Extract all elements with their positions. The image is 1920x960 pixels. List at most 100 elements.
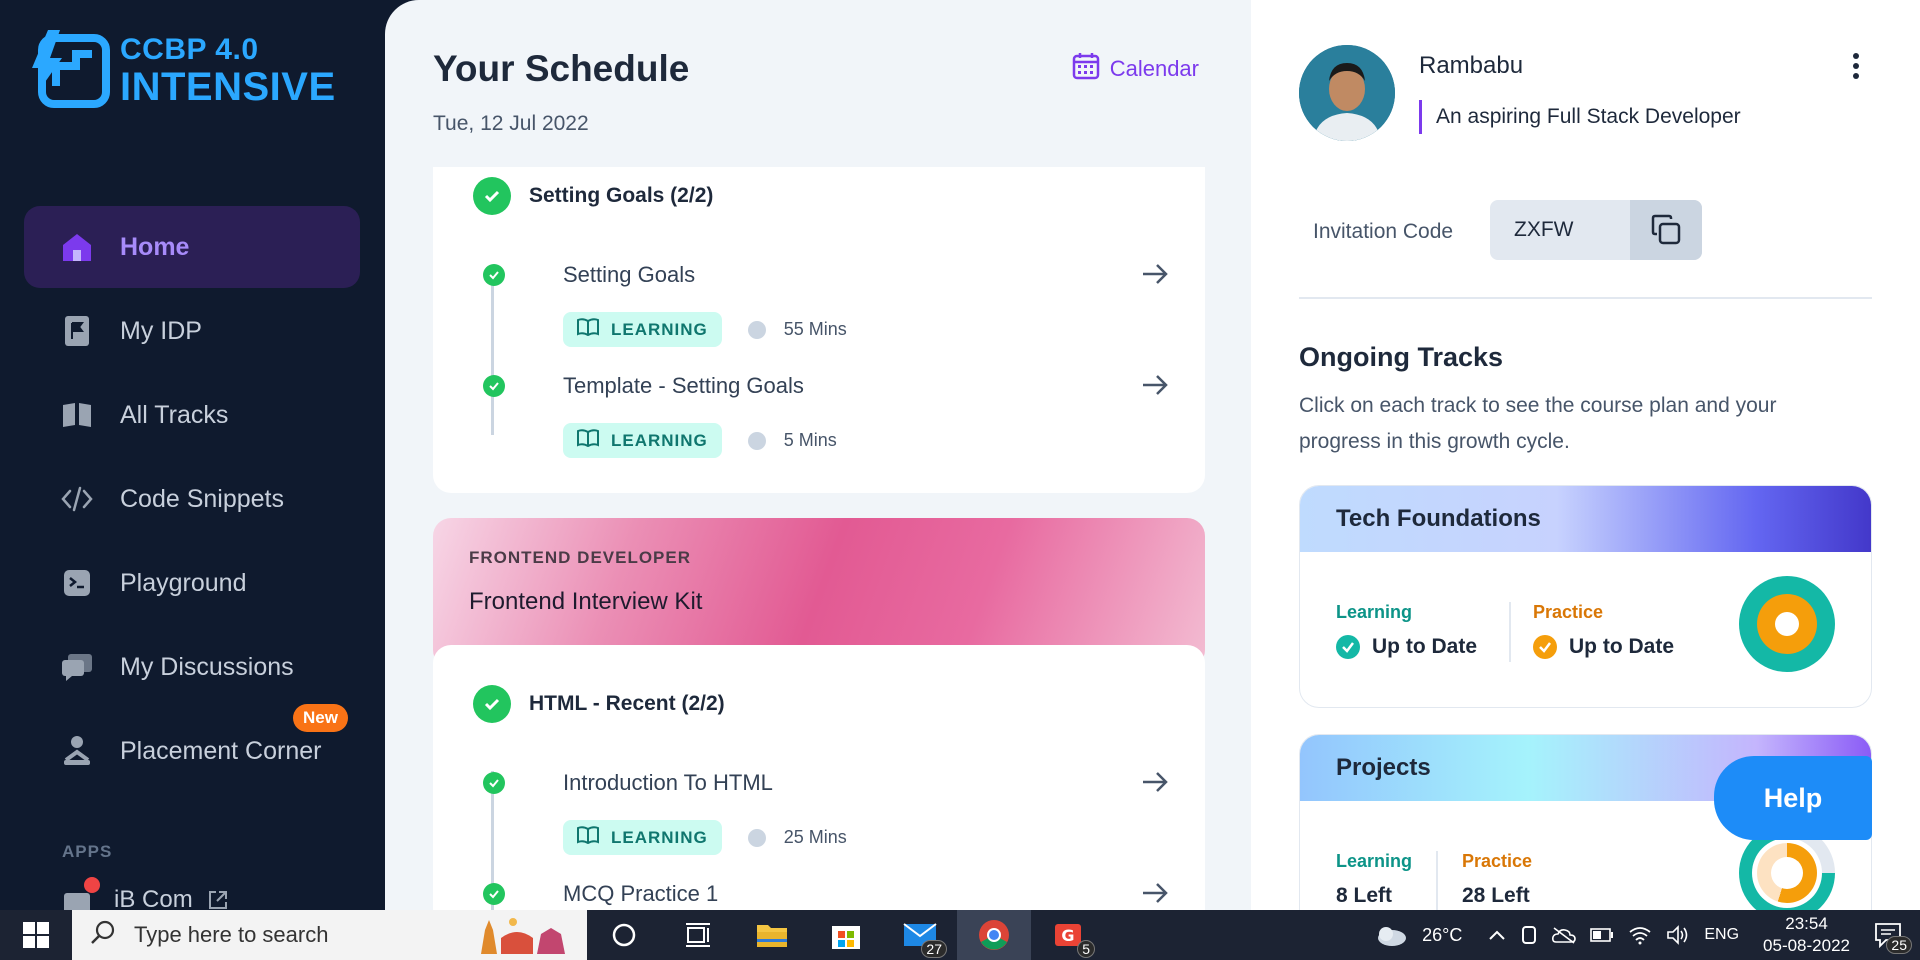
banner-title: Frontend Interview Kit (469, 588, 703, 615)
clock-icon (747, 828, 766, 847)
battery-icon[interactable] (1590, 928, 1614, 942)
check-circle-icon (473, 685, 511, 723)
sidebar-item-all-tracks[interactable]: All Tracks (24, 374, 360, 456)
book-open-icon (577, 429, 599, 452)
arrow-right-icon[interactable] (1139, 258, 1171, 290)
sidebar-item-home[interactable]: Home (24, 206, 360, 288)
practice-stat: Practice Up to Date (1533, 602, 1674, 659)
file-explorer-icon[interactable] (735, 910, 809, 960)
practice-stat: Practice 28 Left (1462, 851, 1532, 908)
group-header[interactable]: HTML - Recent (2/2) (473, 685, 725, 723)
arrow-right-icon[interactable] (1139, 369, 1171, 401)
chrome-icon[interactable] (957, 910, 1031, 960)
sidebar-item-playground[interactable]: Playground (24, 542, 360, 624)
home-icon (60, 230, 94, 264)
new-badge: New (293, 704, 348, 732)
check-circle-icon (1533, 635, 1557, 659)
tag-label: LEARNING (611, 319, 708, 339)
gmail-badge: 5 (1077, 940, 1095, 958)
meet-now-icon[interactable] (1520, 925, 1538, 945)
book-icon (60, 398, 94, 432)
check-icon (483, 264, 505, 286)
windows-start-icon[interactable] (0, 910, 72, 960)
duration: 55 Mins (747, 319, 847, 340)
sidebar-item-my-idp[interactable]: My IDP (24, 290, 360, 372)
duration: 25 Mins (747, 827, 847, 848)
learning-tag: LEARNING (563, 423, 722, 458)
language-indicator[interactable]: ENG (1704, 926, 1739, 944)
schedule-item[interactable]: Introduction To HTML LEARNING 25 Mins (481, 770, 1171, 855)
item-title: Template - Setting Goals (563, 373, 804, 398)
brand-logo[interactable]: CCBP 4.0 INTENSIVE (32, 30, 336, 112)
weather-icon[interactable] (1374, 922, 1408, 948)
check-icon (483, 375, 505, 397)
learning-label: Learning (1336, 602, 1413, 622)
taskbar-search-input[interactable]: Type here to search (72, 910, 587, 960)
onedrive-icon[interactable] (1552, 926, 1577, 944)
gmail-icon[interactable]: G 5 (1031, 910, 1105, 960)
sidebar-item-label: Home (120, 232, 190, 261)
person-laptop-icon (60, 734, 94, 768)
sidebar-item-label: My Discussions (120, 652, 294, 681)
invitation-code-box: ZXFW (1490, 200, 1702, 260)
task-view-icon[interactable] (661, 910, 735, 960)
sidebar-item-code-snippets[interactable]: Code Snippets (24, 458, 360, 540)
sidebar-item-label: My IDP (120, 316, 202, 345)
stat-divider (1436, 851, 1438, 910)
volume-icon[interactable] (1666, 925, 1690, 945)
cortana-icon[interactable] (587, 910, 661, 960)
chevron-up-icon[interactable] (1488, 929, 1506, 941)
calendar-link[interactable]: Calendar (1072, 52, 1199, 86)
learning-label: Learning (1336, 851, 1413, 871)
wifi-icon[interactable] (1628, 925, 1652, 945)
more-options-icon[interactable] (1852, 52, 1860, 80)
sidebar-item-my-discussions[interactable]: My Discussions (24, 626, 360, 708)
apps-section-label: APPS (62, 842, 113, 861)
profile-name: Rambabu (1419, 52, 1524, 79)
notification-count: 25 (1886, 936, 1912, 954)
check-circle-icon (473, 177, 511, 215)
sidebar-item-placement-corner[interactable]: Placement Corner New (24, 704, 360, 792)
stat-divider (1509, 602, 1511, 662)
invitation-code-value: ZXFW (1514, 218, 1574, 241)
sidebar-item-label: Playground (120, 568, 247, 597)
arrow-right-icon[interactable] (1139, 877, 1171, 909)
progress-ring-center (1771, 857, 1803, 889)
group-title: HTML - Recent (2/2) (529, 692, 725, 715)
copy-button[interactable] (1630, 200, 1702, 260)
copy-icon (1649, 213, 1683, 247)
track-card-tech-foundations[interactable]: Tech Foundations Learning Up to Date Pra… (1299, 485, 1872, 708)
practice-value: Up to Date (1569, 635, 1674, 658)
ccbp-logo-icon (32, 30, 114, 112)
sidebar-item-label: Placement Corner (120, 736, 322, 765)
practice-value: 28 Left (1462, 884, 1530, 907)
help-button[interactable]: Help (1714, 756, 1872, 840)
book-open-icon (577, 318, 599, 341)
windows-taskbar: Type here to search 27 G 5 26°C ENG 23:5… (0, 910, 1920, 960)
avatar[interactable] (1299, 45, 1395, 141)
sidebar: CCBP 4.0 INTENSIVE Home My IDP All Track… (0, 0, 385, 913)
ongoing-tracks-description: Click on each track to see the course pl… (1299, 394, 1777, 453)
item-title: Setting Goals (563, 262, 696, 287)
book-open-icon (577, 826, 599, 849)
schedule-item[interactable]: Setting Goals LEARNING 55 Mins (481, 262, 1171, 347)
invitation-code-label: Invitation Code (1313, 220, 1454, 243)
microsoft-store-icon[interactable] (809, 910, 883, 960)
calendar-label: Calendar (1109, 56, 1199, 81)
group-header[interactable]: Setting Goals (2/2) (473, 177, 713, 215)
weather-temp[interactable]: 26°C (1422, 925, 1462, 946)
notification-dot (84, 877, 100, 893)
schedule-item[interactable]: MCQ Practice 1 (481, 881, 1171, 910)
clock-icon (747, 431, 766, 450)
notification-center-icon[interactable]: 25 (1874, 922, 1912, 954)
search-highlight-illustration-icon (471, 914, 581, 956)
practice-label: Practice (1533, 602, 1604, 622)
schedule-item[interactable]: Template - Setting Goals LEARNING 5 Mins (481, 373, 1171, 458)
check-icon (483, 883, 505, 905)
learning-stat: Learning Up to Date (1336, 602, 1477, 659)
mail-icon[interactable]: 27 (883, 910, 957, 960)
brand-line1: CCBP 4.0 (120, 33, 259, 66)
system-clock[interactable]: 23:54 05-08-2022 (1763, 913, 1850, 957)
arrow-right-icon[interactable] (1139, 766, 1171, 798)
duration-label: 55 Mins (783, 319, 847, 339)
